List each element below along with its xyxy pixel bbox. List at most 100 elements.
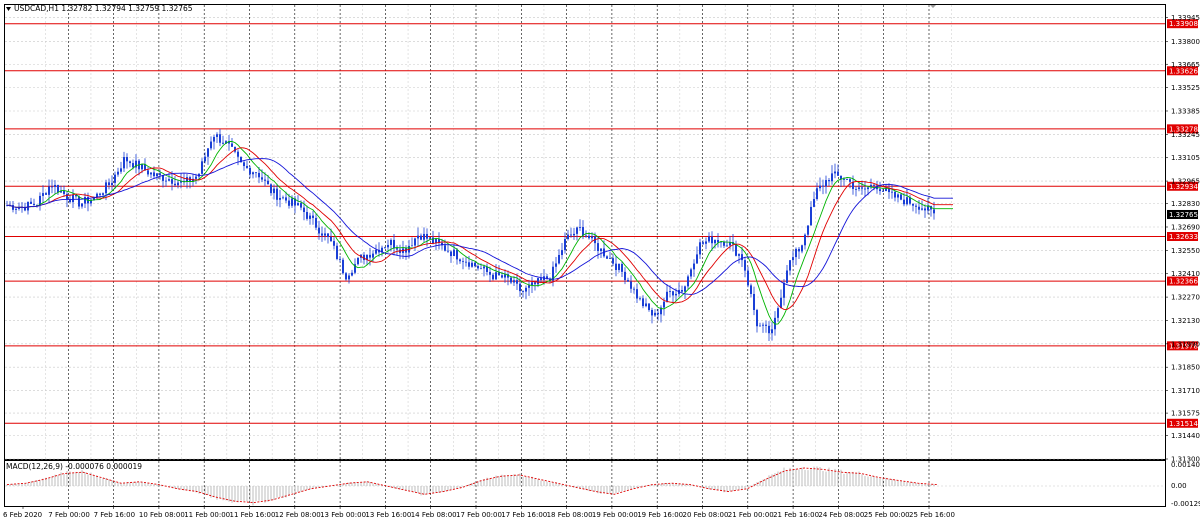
candle-body: [744, 260, 746, 271]
candle-body: [699, 242, 701, 255]
candle-body: [915, 205, 917, 207]
candle-body: [822, 185, 824, 187]
candle-body: [369, 254, 371, 258]
candle-body: [756, 309, 758, 327]
candle-body: [480, 268, 482, 270]
candle-body: [807, 225, 809, 235]
candle-body: [522, 291, 524, 292]
candle-body: [375, 249, 377, 254]
candle-body: [606, 256, 608, 259]
y-tick-label: 1.32965: [1171, 178, 1200, 186]
candle-body: [906, 197, 908, 205]
candle-body: [921, 208, 923, 210]
candle-body: [525, 287, 527, 292]
candle-body: [816, 188, 818, 200]
candle-body: [879, 189, 881, 192]
candle-body: [15, 208, 17, 210]
candle-body: [123, 157, 125, 169]
candle-body: [300, 203, 302, 208]
candle-body: [246, 166, 248, 168]
candle-body: [579, 227, 581, 228]
candle-body: [702, 242, 704, 244]
candle-body: [492, 274, 494, 280]
x-tick-label: 14 Feb 08:00: [411, 511, 457, 519]
candle-body: [561, 250, 563, 255]
candle-body: [912, 203, 914, 206]
price-level-label: 1.32366: [1169, 278, 1198, 286]
candle-body: [663, 301, 665, 308]
candle-body: [12, 205, 14, 210]
candle-body: [519, 283, 521, 292]
candle-body: [351, 272, 353, 276]
candle-body: [423, 233, 425, 240]
x-tick-label: 10 Feb 08:00: [139, 511, 185, 519]
candle-body: [831, 173, 833, 182]
candle-body: [726, 245, 728, 247]
macd-label: MACD(12,26,9) -0.000076 0.000019: [6, 462, 142, 471]
candle-body: [102, 193, 104, 195]
candle-body: [681, 290, 683, 292]
candle-body: [384, 247, 386, 249]
candle-body: [516, 280, 518, 284]
y-tick-label: 1.33385: [1171, 107, 1200, 115]
candle-body: [171, 179, 173, 184]
candle-body: [459, 259, 461, 262]
candle-body: [630, 281, 632, 289]
candle-body: [783, 282, 785, 298]
symbol-label: USDCAD,H1 1.32782 1.32794 1.32759 1.3276…: [14, 4, 193, 13]
candle-body: [393, 239, 395, 249]
candle-body: [777, 308, 779, 318]
main-plot-frame[interactable]: [4, 4, 1166, 460]
candle-body: [201, 161, 203, 174]
candle-body: [426, 233, 428, 239]
y-tick-label: 1.32130: [1171, 317, 1200, 325]
x-tick-label: 13 Feb 16:00: [365, 511, 411, 519]
candle-body: [489, 271, 491, 275]
candle-body: [273, 188, 275, 194]
candle-body: [675, 293, 677, 296]
candle-body: [639, 298, 641, 300]
candle-body: [636, 289, 638, 299]
candle-body: [615, 263, 617, 270]
candle-body: [792, 257, 794, 261]
y-tick-label: 1.33665: [1171, 61, 1200, 69]
candle-body: [156, 173, 158, 177]
candle-body: [687, 276, 689, 287]
candle-body: [540, 278, 542, 280]
y-tick-label: 1.33105: [1171, 154, 1200, 162]
candle-body: [309, 215, 311, 219]
x-tick-label: 12 Feb 08:00: [275, 511, 321, 519]
candle-body: [78, 196, 80, 207]
x-tick-label: 6 Feb 2020: [3, 511, 42, 519]
candle-body: [114, 174, 116, 183]
candle-body: [828, 180, 830, 182]
candle-body: [414, 238, 416, 246]
candle-body: [501, 275, 503, 278]
candle-body: [159, 173, 161, 176]
candle-body: [276, 188, 278, 200]
candle-body: [843, 179, 845, 180]
candle-body: [558, 254, 560, 264]
candle-body: [657, 312, 659, 315]
candle-body: [345, 273, 347, 280]
candle-body: [708, 236, 710, 242]
x-tick-label: 20 Feb 08:00: [683, 511, 729, 519]
candle-body: [306, 212, 308, 219]
candle-body: [537, 278, 539, 285]
x-tick-label: 19 Feb 00:00: [592, 511, 638, 519]
candle-body: [801, 245, 803, 252]
candle-body: [765, 324, 767, 326]
candle-body: [48, 186, 50, 195]
candle-body: [483, 266, 485, 269]
candle-body: [624, 271, 626, 281]
candle-body: [216, 134, 218, 137]
candle-body: [882, 191, 884, 192]
candle-body: [42, 193, 44, 196]
price-chart[interactable]: 1.339081.336261.332781.329341.326331.323…: [0, 0, 1200, 524]
macd-plot-frame[interactable]: [4, 460, 1166, 507]
y-tick-label: 1.32550: [1171, 247, 1200, 255]
candle-body: [84, 197, 86, 204]
candle-body: [621, 263, 623, 272]
x-tick-label: 7 Feb 16:00: [94, 511, 135, 519]
candle-body: [573, 233, 575, 236]
